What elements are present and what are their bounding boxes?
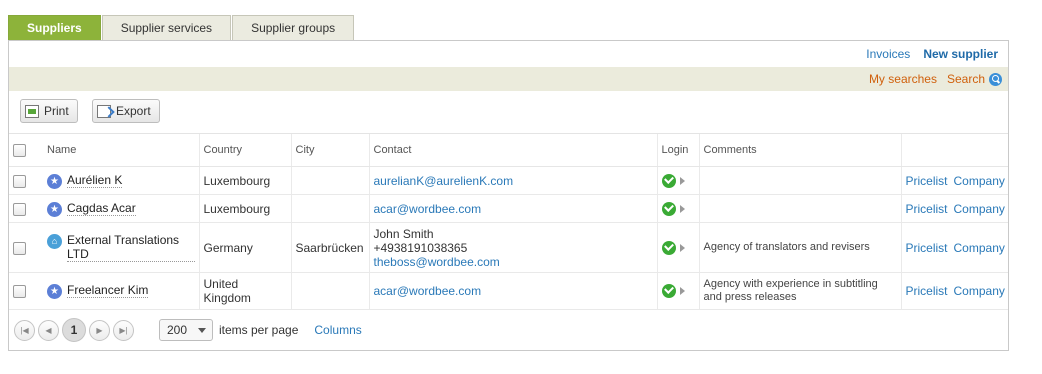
star-icon: ★ xyxy=(47,173,62,189)
column-header-name[interactable]: Name xyxy=(43,134,200,167)
email-link[interactable]: acar@wordbee.com xyxy=(374,284,482,298)
next-page-button[interactable]: ▶ xyxy=(89,319,110,341)
page-size-select[interactable]: 200 xyxy=(159,319,213,341)
comment-cell: Agency with experience in subtitling and… xyxy=(699,272,902,310)
top-links: Invoices New supplier xyxy=(9,41,1008,67)
country-cell: Luxembourg xyxy=(199,166,292,195)
columns-link[interactable]: Columns xyxy=(314,323,361,337)
country-cell: Luxembourg xyxy=(199,194,292,223)
tab-bar: Suppliers Supplier services Supplier gro… xyxy=(8,15,355,41)
login-ok-icon[interactable] xyxy=(661,284,676,298)
company-link[interactable]: Company xyxy=(954,284,1005,298)
supplier-name[interactable]: External Translations LTD xyxy=(67,233,195,262)
pricelist-link[interactable]: Pricelist xyxy=(906,241,948,255)
table-row: ⌂ External Translations LTD Germany Saarb… xyxy=(9,222,1008,273)
comment-cell xyxy=(699,166,902,195)
login-ok-icon[interactable] xyxy=(661,173,676,188)
tab-supplier-services[interactable]: Supplier services xyxy=(101,15,232,40)
row-checkbox[interactable] xyxy=(13,241,26,255)
email-link[interactable]: aurelianK@aurelienK.com xyxy=(374,174,514,188)
company-link[interactable]: Company xyxy=(954,241,1005,255)
contact-name: John Smith xyxy=(373,226,434,241)
comment-cell: Agency of translators and revisers xyxy=(699,222,902,273)
star-icon: ★ xyxy=(47,284,62,299)
invoices-link[interactable]: Invoices xyxy=(866,47,910,61)
last-page-button[interactable]: ▶| xyxy=(113,319,134,341)
row-checkbox[interactable] xyxy=(13,174,26,188)
country-cell: United Kingdom xyxy=(199,272,292,310)
column-header-comments[interactable]: Comments xyxy=(699,134,902,167)
page-size-value: 200 xyxy=(167,323,188,337)
print-icon xyxy=(25,104,39,118)
company-link[interactable]: Company xyxy=(954,202,1005,216)
tab-suppliers[interactable]: Suppliers xyxy=(8,15,101,41)
toolbar: Print Export xyxy=(9,91,1008,134)
row-checkbox[interactable] xyxy=(13,285,26,299)
column-header-country[interactable]: Country xyxy=(199,134,292,167)
suppliers-panel: Invoices New supplier My searches Search… xyxy=(8,40,1009,351)
pagination: |◀ ◀ 1 ▶ ▶| 200 items per page Columns xyxy=(9,310,1008,350)
prev-page-button[interactable]: ◀ xyxy=(38,319,59,341)
table-row: ★ Aurélien K Luxembourg aurelianK@aurelie… xyxy=(9,166,1008,195)
pricelist-link[interactable]: Pricelist xyxy=(906,284,948,298)
table-row: ★ Freelancer Kim United Kingdom acar@word… xyxy=(9,272,1008,310)
search-icon xyxy=(989,72,1002,86)
first-page-button[interactable]: |◀ xyxy=(14,319,35,341)
city-cell xyxy=(291,166,370,195)
pricelist-link[interactable]: Pricelist xyxy=(906,202,948,216)
column-header-city[interactable]: City xyxy=(291,134,370,167)
pricelist-link[interactable]: Pricelist xyxy=(906,174,948,188)
login-ok-icon[interactable] xyxy=(661,201,676,216)
table-row: ★ Cagdas Acar Luxembourg acar@wordbee.com… xyxy=(9,194,1008,223)
home-icon: ⌂ xyxy=(47,234,62,249)
column-header-login[interactable]: Login xyxy=(657,134,700,167)
print-button[interactable]: Print xyxy=(20,99,78,123)
table-header-row: Name Country City Contact Login Comments xyxy=(9,134,1008,167)
select-all-checkbox[interactable] xyxy=(13,143,26,157)
city-cell: Saarbrücken xyxy=(291,222,370,273)
play-icon[interactable] xyxy=(679,287,685,295)
search-link[interactable]: Search xyxy=(947,72,1002,86)
email-link[interactable]: theboss@wordbee.com xyxy=(374,255,653,269)
city-cell xyxy=(291,272,370,310)
email-link[interactable]: acar@wordbee.com xyxy=(374,202,482,216)
comment-cell xyxy=(699,194,902,223)
play-icon[interactable] xyxy=(679,204,685,213)
chevron-down-icon xyxy=(198,327,206,333)
star-icon: ★ xyxy=(47,201,62,217)
export-label: Export xyxy=(116,104,151,118)
current-page-button[interactable]: 1 xyxy=(62,318,86,342)
city-cell xyxy=(291,194,370,223)
my-searches-link[interactable]: My searches xyxy=(869,72,937,86)
play-icon[interactable] xyxy=(679,176,685,185)
items-per-page-label: items per page xyxy=(219,323,299,337)
export-icon xyxy=(97,104,111,118)
supplier-name[interactable]: Freelancer Kim xyxy=(67,283,149,298)
contact-phone: +4938191038365 xyxy=(373,240,468,255)
column-header-contact[interactable]: Contact xyxy=(369,134,658,167)
suppliers-table: Name Country City Contact Login Comments… xyxy=(9,134,1008,310)
login-ok-icon[interactable] xyxy=(661,240,676,255)
row-checkbox[interactable] xyxy=(13,202,26,216)
print-label: Print xyxy=(44,104,69,118)
supplier-name[interactable]: Cagdas Acar xyxy=(67,201,136,216)
country-cell: Germany xyxy=(199,222,292,273)
export-button[interactable]: Export xyxy=(92,99,160,123)
play-icon[interactable] xyxy=(679,243,685,252)
search-label: Search xyxy=(946,72,985,86)
supplier-name[interactable]: Aurélien K xyxy=(67,173,123,188)
search-bar: My searches Search xyxy=(9,67,1008,91)
column-header-actions xyxy=(901,134,1008,167)
tab-supplier-groups[interactable]: Supplier groups xyxy=(232,15,355,40)
company-link[interactable]: Company xyxy=(954,174,1005,188)
new-supplier-link[interactable]: New supplier xyxy=(923,47,998,61)
